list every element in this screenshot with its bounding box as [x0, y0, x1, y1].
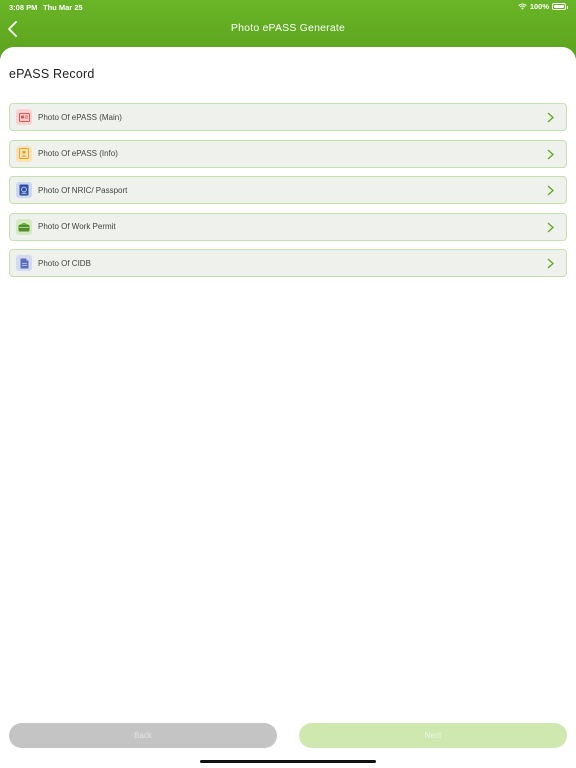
status-date: Thu Mar 25: [43, 3, 83, 12]
list-item-cidb[interactable]: Photo Of CIDB: [9, 249, 567, 277]
battery-icon: [552, 3, 568, 10]
list-item-label: Photo Of ePASS (Main): [38, 112, 122, 122]
page-title: Photo ePASS Generate: [230, 22, 346, 34]
battery-percent: 100%: [529, 2, 549, 11]
wifi-icon: [518, 3, 527, 10]
profile-card-icon: [16, 145, 32, 162]
chevron-right-icon: [547, 149, 554, 159]
status-time: 3:08 PM: [9, 3, 38, 12]
passport-icon: [16, 182, 32, 198]
back-button[interactable]: Back: [9, 723, 277, 748]
section-title: ePASS Record: [9, 67, 95, 81]
list-item-label: Photo Of NRIC/ Passport: [38, 185, 128, 195]
document-icon: [16, 255, 32, 271]
next-button[interactable]: Next: [299, 723, 567, 748]
chevron-right-icon: [547, 112, 554, 123]
chevron-right-icon: [547, 222, 554, 232]
content-sheet: ePASS Record Photo Of ePASS (Main) Photo…: [0, 47, 576, 768]
record-list: Photo Of ePASS (Main) Photo Of ePASS (In…: [9, 103, 567, 286]
list-item-nric-passport[interactable]: Photo Of NRIC/ Passport: [9, 176, 567, 204]
list-item-label: Photo Of ePASS (Info): [38, 149, 118, 158]
chevron-right-icon: [547, 258, 554, 269]
chevron-right-icon: [547, 185, 554, 196]
status-bar: 3:08 PM Thu Mar 25 100%: [0, 0, 576, 14]
list-item-label: Photo Of CIDB: [38, 258, 91, 268]
status-indicators: 100%: [518, 2, 568, 11]
list-item-work-permit[interactable]: Photo Of Work Permit: [9, 212, 567, 241]
work-permit-icon: [16, 218, 32, 235]
list-item-label: Photo Of Work Permit: [38, 222, 116, 231]
home-indicator: [200, 760, 376, 763]
list-item-epass-info[interactable]: Photo Of ePASS (Info): [9, 139, 567, 168]
list-item-epass-main[interactable]: Photo Of ePASS (Main): [9, 103, 567, 131]
id-card-icon: [16, 109, 32, 125]
